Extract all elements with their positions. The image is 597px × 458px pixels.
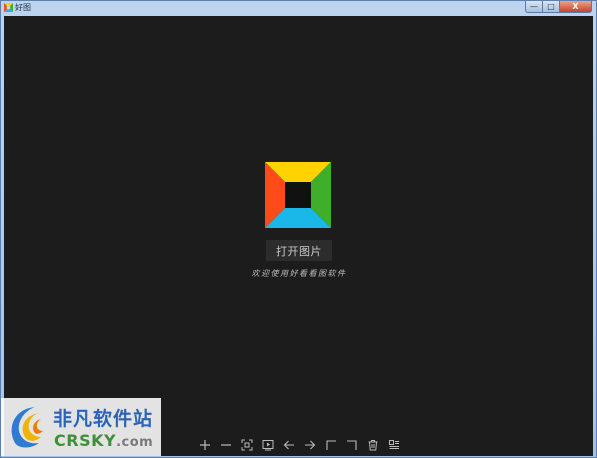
watermark-name: 非凡软件站 <box>53 408 154 430</box>
rotate-left-icon <box>325 440 336 450</box>
app-icon <box>4 3 13 12</box>
zoom-out-icon <box>220 444 231 446</box>
window-controls: — □ X <box>525 1 592 13</box>
rotate-right-icon <box>346 440 357 450</box>
info-button[interactable] <box>383 437 404 453</box>
watermark: 非凡软件站 CRSKY.com <box>1 398 161 456</box>
open-image-button[interactable]: 打开图片 <box>266 240 332 261</box>
rotate-right-button[interactable] <box>341 437 362 453</box>
fit-screen-button[interactable] <box>236 437 257 453</box>
previous-button[interactable] <box>278 437 299 453</box>
zoom-out-button[interactable] <box>215 437 236 453</box>
info-icon <box>388 440 399 449</box>
close-button[interactable]: X <box>560 1 592 13</box>
delete-button[interactable] <box>362 437 383 453</box>
delete-icon <box>368 440 377 451</box>
next-button[interactable] <box>299 437 320 453</box>
image-viewer-canvas[interactable]: 打开图片 欢迎使用好看看图软件 <box>4 16 593 456</box>
maximize-button[interactable]: □ <box>543 1 560 13</box>
app-logo <box>265 162 331 228</box>
slideshow-icon <box>262 440 273 451</box>
app-window: 好图 — □ X 打开图片 欢迎使用好看看图软件 非凡软件站 CRSKY.com <box>0 0 597 458</box>
zoom-in-button[interactable] <box>194 437 215 453</box>
watermark-logo <box>11 407 43 448</box>
welcome-text: 欢迎使用好看看图软件 <box>251 269 347 278</box>
fit-screen-icon <box>241 439 252 451</box>
next-icon <box>304 440 315 450</box>
previous-icon <box>283 440 294 450</box>
watermark-domain: CRSKY.com <box>54 431 153 450</box>
watermark-domain-main: CRSKY <box>54 431 117 450</box>
minimize-button[interactable]: — <box>525 1 543 13</box>
title-bar[interactable]: 好图 — □ X <box>1 1 596 15</box>
rotate-left-button[interactable] <box>320 437 341 453</box>
zoom-in-icon <box>199 440 210 450</box>
window-title: 好图 <box>15 3 31 12</box>
watermark-domain-tld: .com <box>116 435 154 450</box>
bottom-toolbar <box>194 437 404 453</box>
slideshow-button[interactable] <box>257 437 278 453</box>
